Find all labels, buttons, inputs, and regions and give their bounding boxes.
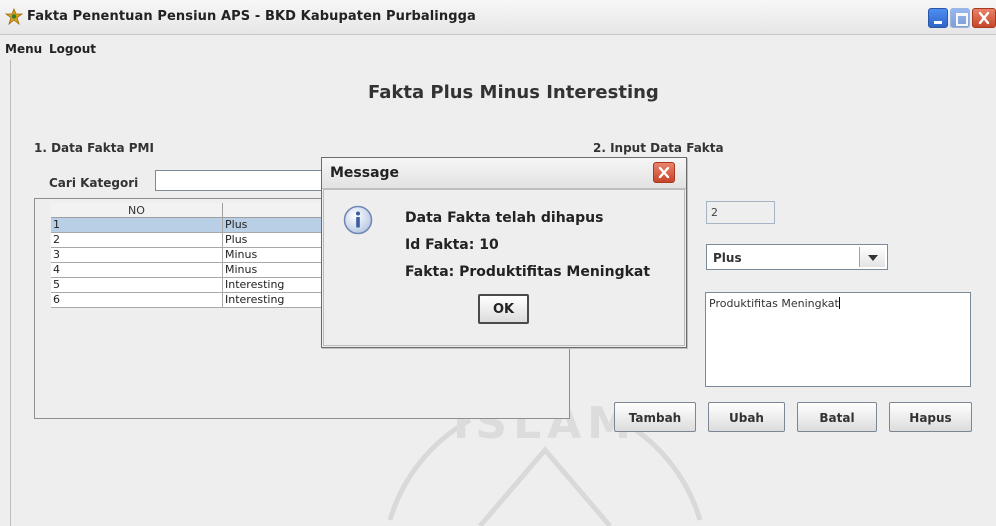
close-button[interactable] xyxy=(972,8,996,28)
section-label-data-fakta: 1. Data Fakta PMI xyxy=(34,141,154,155)
minimize-button[interactable] xyxy=(928,8,948,28)
column-header-no[interactable]: NO xyxy=(51,203,223,218)
fakta-textarea[interactable]: Produktifitas Meningkat xyxy=(705,292,971,387)
close-icon xyxy=(978,11,990,25)
cell-no: 4 xyxy=(51,263,223,278)
close-icon xyxy=(658,166,670,179)
dialog-message-line1: Data Fakta telah dihapus xyxy=(405,210,604,226)
cell-no: 6 xyxy=(51,293,223,308)
dialog-title-bar: Message xyxy=(322,158,686,189)
search-input[interactable] xyxy=(155,170,335,191)
cell-no: 3 xyxy=(51,248,223,263)
section-label-input-fakta: 2. Input Data Fakta xyxy=(593,141,724,155)
kategori-select[interactable]: Plus xyxy=(706,244,888,270)
menu-item-logout[interactable]: Logout xyxy=(49,42,96,56)
dialog-body: Data Fakta telah dihapus Id Fakta: 10 Fa… xyxy=(323,189,685,346)
message-dialog: Message Data Fakta telah dihapus Id Fakt… xyxy=(321,157,687,348)
dialog-message-line3: Fakta: Produktifitas Meningkat xyxy=(405,264,651,280)
text-caret xyxy=(838,297,840,309)
cell-no: 5 xyxy=(51,278,223,293)
id-fakta-field: 2 xyxy=(706,201,775,224)
app-logo-icon xyxy=(5,8,23,26)
tambah-button[interactable]: Tambah xyxy=(614,402,696,432)
batal-button[interactable]: Batal xyxy=(797,402,877,432)
dropdown-button[interactable] xyxy=(859,247,885,267)
hapus-button[interactable]: Hapus xyxy=(889,402,972,432)
menu-item-menu[interactable]: Menu xyxy=(5,42,42,56)
page-title: Fakta Plus Minus Interesting xyxy=(368,82,659,103)
dialog-message-line2: Id Fakta: 10 xyxy=(405,237,499,253)
app-window: Fakta Penentuan Pensiun APS - BKD Kabupa… xyxy=(0,0,996,526)
ubah-button[interactable]: Ubah xyxy=(708,402,785,432)
title-bar: Fakta Penentuan Pensiun APS - BKD Kabupa… xyxy=(0,0,996,35)
maximize-icon xyxy=(956,13,968,26)
minimize-icon xyxy=(934,21,942,24)
fakta-text: Produktifitas Meningkat xyxy=(709,297,839,310)
chevron-down-icon xyxy=(868,255,878,261)
ok-button[interactable]: OK xyxy=(478,294,529,324)
window-title: Fakta Penentuan Pensiun APS - BKD Kabupa… xyxy=(27,9,476,24)
search-label: Cari Kategori xyxy=(49,176,139,190)
menu-bar: Menu Logout xyxy=(0,37,996,59)
cell-no: 1 xyxy=(51,218,223,233)
info-icon xyxy=(343,205,373,235)
dialog-close-button[interactable] xyxy=(653,162,675,183)
maximize-button[interactable] xyxy=(950,8,970,28)
cell-no: 2 xyxy=(51,233,223,248)
kategori-select-value: Plus xyxy=(713,251,742,265)
dialog-title: Message xyxy=(330,165,400,181)
